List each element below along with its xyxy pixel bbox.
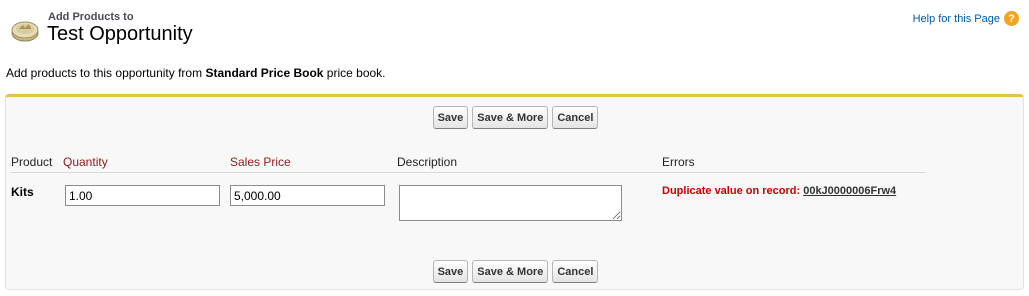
save-button[interactable]: Save [432, 106, 469, 129]
duplicate-record-link[interactable]: 00kJ0000006Frw4 [803, 185, 896, 197]
save-and-more-button[interactable]: Save & More [472, 106, 549, 129]
cancel-button[interactable]: Cancel [552, 106, 599, 129]
page-kicker: Add Products to [48, 11, 134, 23]
column-header-errors: Errors [662, 155, 695, 169]
page-title: Test Opportunity [47, 23, 193, 45]
top-button-row: Save Save & More Cancel [6, 106, 1023, 129]
save-and-more-button[interactable]: Save & More [472, 260, 549, 283]
description-textarea[interactable] [399, 185, 622, 221]
products-panel: Save Save & More Cancel Product Quantity… [5, 94, 1024, 290]
cancel-button[interactable]: Cancel [552, 260, 599, 283]
column-header-description: Description [397, 155, 458, 169]
help-area: Help for this Page ? [913, 11, 1019, 26]
price-book-name: Standard Price Book [205, 66, 324, 80]
save-button[interactable]: Save [432, 260, 469, 283]
help-icon[interactable]: ? [1004, 11, 1019, 26]
intro-text: Add products to this opportunity from St… [6, 66, 386, 80]
column-header-quantity: Quantity [63, 155, 108, 169]
help-link[interactable]: Help for this Page [913, 13, 1000, 25]
header-divider [11, 172, 926, 173]
intro-suffix: price book. [323, 66, 386, 80]
error-message: Duplicate value on record: 00kJ0000006Fr… [662, 185, 896, 197]
sales-price-input[interactable] [230, 185, 385, 206]
product-name: Kits [11, 185, 34, 199]
column-header-sales-price: Sales Price [230, 155, 291, 169]
column-header-product: Product [11, 155, 53, 169]
quantity-input[interactable] [65, 185, 220, 206]
bottom-button-row: Save Save & More Cancel [6, 260, 1023, 283]
error-text: Duplicate value on record: [662, 185, 804, 197]
opportunity-icon [10, 14, 40, 44]
intro-prefix: Add products to this opportunity from [6, 66, 206, 80]
